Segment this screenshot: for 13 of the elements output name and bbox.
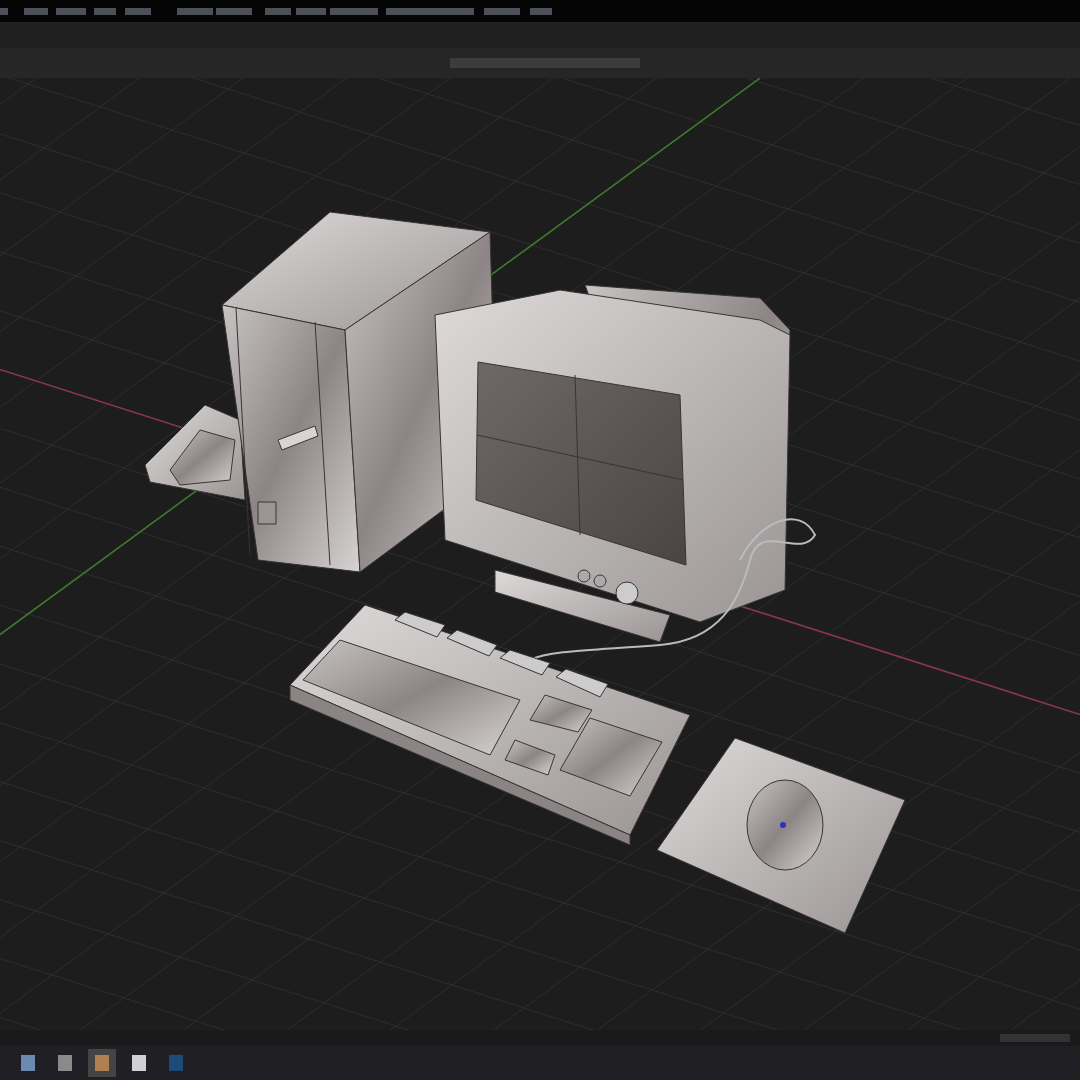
- blurred-text: [216, 8, 252, 15]
- blurred-text: [0, 8, 8, 15]
- blurred-text: [125, 8, 151, 15]
- blurred-text: [296, 8, 326, 15]
- blurred-text: [94, 8, 116, 15]
- blurred-text: [1000, 1034, 1070, 1042]
- blurred-text: [330, 8, 378, 15]
- blurred-text: [177, 8, 213, 15]
- blurred-text: [265, 8, 291, 15]
- blurred-text: [56, 8, 86, 15]
- blurred-text: [24, 8, 48, 15]
- blurred-text: [484, 8, 520, 15]
- blurred-text: [530, 8, 552, 15]
